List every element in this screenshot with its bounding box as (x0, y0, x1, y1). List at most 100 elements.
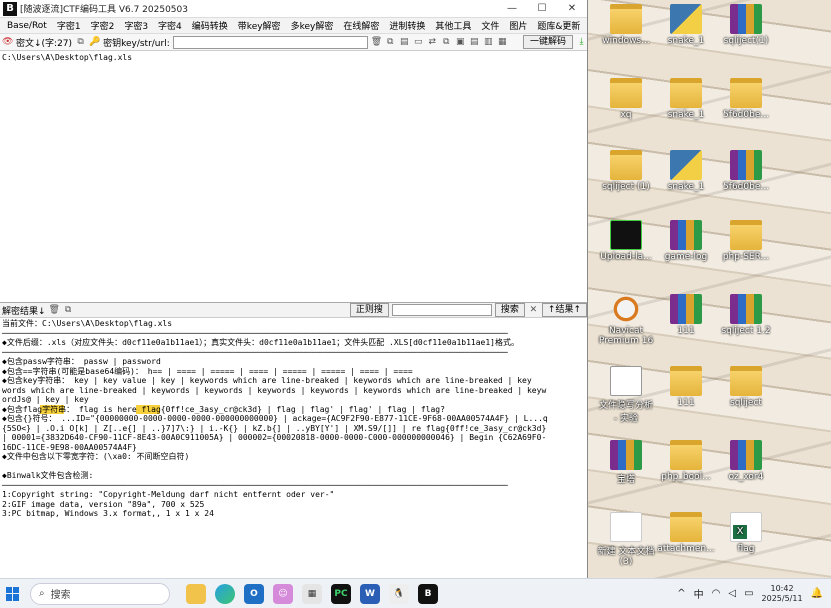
menu-item[interactable]: 多key解密 (286, 19, 339, 32)
menu-item[interactable]: 字密1 (52, 19, 86, 32)
delete-icon[interactable]: 🗑 (371, 37, 382, 48)
swap-icon[interactable]: ⇄ (427, 37, 438, 48)
close-button[interactable]: ✕ (557, 0, 587, 18)
desktop-icon-label: Navicat Premium 16 (598, 326, 654, 346)
desktop-icon[interactable]: 5f6d0be... (716, 78, 776, 120)
ime-indicator[interactable]: 中 (694, 586, 704, 601)
desktop-icon[interactable]: 5f6d0be... (716, 150, 776, 192)
result-button[interactable]: ↑结果↑ (541, 303, 587, 317)
menu-item[interactable]: 文件 (476, 19, 504, 32)
taskbar-search[interactable]: ⌕ 搜索 (30, 582, 170, 605)
desktop-icon-label: 5f6d0be... (723, 182, 769, 192)
menu-item[interactable]: 在线解密 (338, 19, 384, 32)
one-click-decode-button[interactable]: 一键解码 (522, 35, 573, 49)
copy-icon[interactable]: ⧉ (75, 37, 86, 48)
edge-icon[interactable] (215, 583, 235, 604)
desktop-icon[interactable]: sqliject (1) (596, 150, 656, 192)
chevron-up-icon[interactable]: ^ (677, 588, 685, 599)
copy-icon[interactable]: ⧉ (63, 305, 74, 316)
rar-icon (730, 4, 762, 34)
desktop-icon[interactable]: 文件隐写分析 - 实验 (596, 366, 656, 424)
word-icon[interactable]: W (360, 583, 380, 604)
menu-item[interactable]: Base/Rot (2, 21, 52, 31)
open-icon[interactable]: ▭ (413, 37, 424, 48)
menu-item[interactable]: 带key解密 (233, 19, 286, 32)
desktop-icon[interactable]: sqliject (716, 366, 776, 408)
store-icon[interactable]: ▦ (302, 583, 322, 604)
paste-icon[interactable]: ▤ (399, 37, 410, 48)
notification-icon[interactable]: 🔔 (811, 588, 823, 599)
eye-icon[interactable]: 👁 (2, 37, 13, 48)
key-input[interactable] (172, 35, 368, 49)
desktop: windows... snake_1 sqliject(1) xq snake_1 5f6… (588, 0, 831, 578)
search-button[interactable]: 搜索 (494, 303, 525, 317)
desktop-icon[interactable]: sqliject 1.2 (716, 294, 776, 336)
start-button-icon[interactable] (6, 586, 20, 601)
lock-icon[interactable]: ▣ (455, 37, 466, 48)
cipher-label: 密文↓(字:27) (16, 38, 73, 49)
menu-item[interactable]: 其他工具 (430, 19, 476, 32)
menu-item[interactable]: 字密2 (86, 19, 120, 32)
regex-search-button[interactable]: 正则搜 (349, 303, 389, 317)
wifi-icon[interactable]: ◠ (712, 588, 721, 599)
desktop-icon[interactable]: snake_1 (656, 150, 716, 192)
desktop-icon[interactable]: xq (596, 78, 656, 120)
desktop-icon[interactable]: flag (716, 512, 776, 554)
menu-item[interactable]: 字密3 (119, 19, 153, 32)
desktop-icon[interactable]: sqliject(1) (716, 4, 776, 46)
clock[interactable]: 10:42 2025/5/11 (762, 584, 803, 604)
desktop-icon[interactable]: oz_xor4 (716, 440, 776, 482)
menu-item[interactable]: 图片 (504, 19, 532, 32)
pycharm-icon[interactable]: PC (331, 583, 351, 604)
minimize-button[interactable]: — (497, 0, 527, 18)
results-output[interactable]: 当前文件：C:\Users\A\Desktop\flag.xls ────────… (0, 318, 587, 573)
binwalk-header: ◆Binwalk文件包含检测: (2, 471, 94, 480)
desktop-icon-label: snake_1 (667, 182, 705, 192)
copy-icon[interactable]: ⧉ (441, 37, 452, 48)
ctf-tool-taskbar-icon[interactable]: B (418, 583, 438, 604)
decode-icon[interactable]: ⤓ (576, 37, 587, 48)
desktop-icon[interactable]: 宝塔 (596, 440, 656, 485)
file-explorer-icon[interactable] (186, 583, 206, 604)
key-icon: 🔑 (89, 36, 101, 47)
key-label: 密钥key/str/url: (103, 38, 170, 49)
braces-result-cont: | 00001={3832D640-CF90-11CF-8E43-00A0C91… (2, 433, 547, 442)
desktop-icon[interactable]: 111 (656, 366, 716, 408)
passw-result: ◆包含passw字符串： passw | password (2, 357, 161, 366)
braces-result: ◆包含{}符号： ...ID="{00000000-0000-0000-0000… (2, 414, 548, 423)
ciphertext-editor[interactable]: C:\Users\A\Desktop\flag.xls (0, 51, 587, 303)
outlook-icon[interactable]: O (244, 583, 264, 604)
desktop-icon[interactable]: attachmen... (656, 512, 716, 554)
speaker-icon[interactable]: ◁ (728, 588, 736, 599)
settings-icon[interactable]: ▦ (497, 37, 508, 48)
desktop-icon[interactable]: php_bool... (656, 440, 716, 482)
menu-item[interactable]: 字密4 (153, 19, 187, 32)
ctf-icon (610, 220, 642, 250)
menu-item[interactable]: 进制转换 (384, 19, 430, 32)
save-icon[interactable]: ▤ (469, 37, 480, 48)
cat-app-icon[interactable]: ☺ (273, 583, 293, 604)
folder-icon (670, 512, 702, 542)
desktop-icon[interactable]: windows... (596, 4, 656, 46)
close-icon[interactable]: ✕ (528, 305, 539, 316)
binwalk-item: 3:PC bitmap, Windows 3.x format,, 1 x 1 … (2, 509, 214, 518)
copy-icon[interactable]: ⧉ (385, 37, 396, 48)
clear-icon[interactable]: ▥ (483, 37, 494, 48)
desktop-icon-label: windows... (602, 36, 650, 46)
menu-item[interactable]: 编码转换 (187, 19, 233, 32)
battery-icon[interactable]: ▭ (744, 588, 753, 599)
desktop-icon[interactable]: 111 (656, 294, 716, 336)
desktop-icon[interactable]: snake_1 (656, 78, 716, 120)
results-search-input[interactable] (391, 304, 492, 316)
menu-item[interactable]: 题库&更新 (532, 19, 585, 32)
desktop-icon[interactable]: Upload-la... (596, 220, 656, 262)
desktop-icon[interactable]: game-log (656, 220, 716, 262)
time: 10:42 (770, 583, 794, 593)
desktop-icon[interactable]: 新建 文本文档 (3) (596, 512, 656, 567)
desktop-icon[interactable]: snake_1 (656, 4, 716, 46)
delete-icon[interactable]: 🗑 (49, 305, 60, 316)
desktop-icon[interactable]: php-SER... (716, 220, 776, 262)
qq-icon[interactable]: 🐧 (389, 583, 409, 604)
maximize-button[interactable]: ☐ (527, 0, 557, 18)
desktop-icon[interactable]: Navicat Premium 16 (596, 294, 656, 346)
